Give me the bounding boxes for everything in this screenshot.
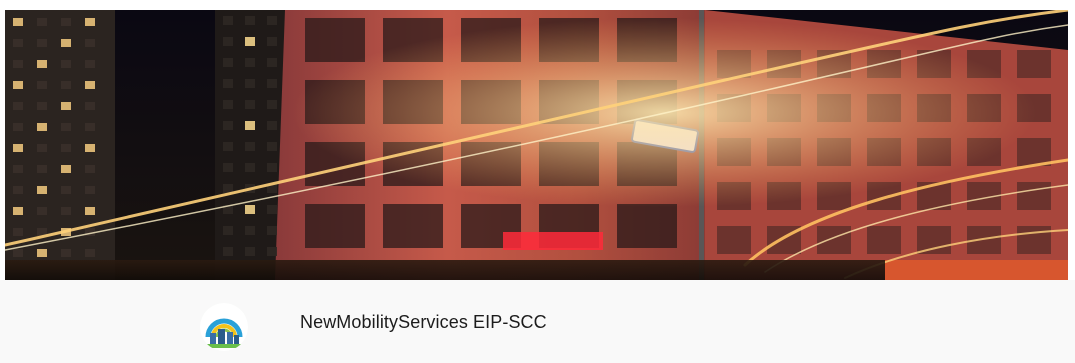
channel-name[interactable]: NewMobilityServices EIP-SCC <box>300 312 547 333</box>
channel-banner <box>5 10 1068 280</box>
channel-avatar[interactable] <box>200 303 248 351</box>
city-rainbow-logo-icon <box>200 303 248 351</box>
banner-image <box>5 10 1068 280</box>
